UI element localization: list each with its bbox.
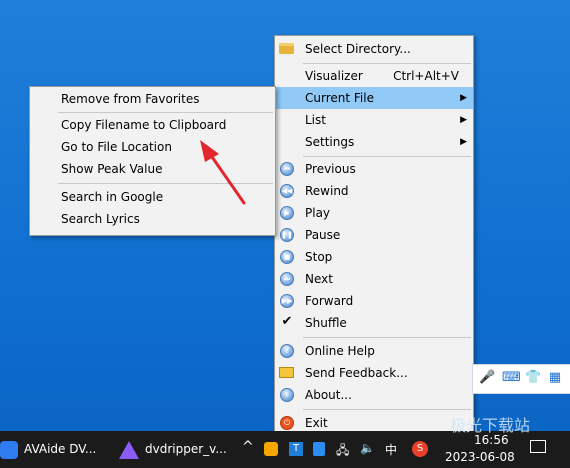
envelope-icon xyxy=(279,367,294,378)
tray-t-icon[interactable]: T xyxy=(289,442,303,456)
stop-icon: ■ xyxy=(280,250,294,264)
pause-icon: ❚❚ xyxy=(280,228,294,242)
menu-item-previous[interactable]: ⏮ Previous xyxy=(275,158,473,180)
menu-item-search-google[interactable]: Search in Google xyxy=(30,186,275,208)
menu-item-about[interactable]: i About... xyxy=(275,384,473,406)
tray-shield-icon[interactable] xyxy=(313,442,325,456)
menu-item-rewind[interactable]: ◀◀ Rewind xyxy=(275,180,473,202)
submenu-arrow-icon: ▶ xyxy=(460,137,467,147)
folder-icon xyxy=(279,43,294,54)
menu-item-remove-favorites[interactable]: Remove from Favorites xyxy=(30,88,275,110)
menu-item-online-help[interactable]: ? Online Help xyxy=(275,340,473,362)
menu-item-visualizer[interactable]: Visualizer Ctrl+Alt+V xyxy=(275,65,473,87)
grid-icon[interactable]: ▦ xyxy=(548,371,562,385)
help-icon: ? xyxy=(280,344,294,358)
network-icon[interactable]: 🖧 xyxy=(336,441,349,462)
menu-separator xyxy=(58,183,273,184)
submenu-arrow-icon: ▶ xyxy=(460,93,467,103)
menu-separator xyxy=(303,409,471,410)
checkmark-icon: ✔ xyxy=(281,314,293,329)
menu-item-forward[interactable]: ▶▶ Forward xyxy=(275,290,473,312)
sogou-icon[interactable]: S xyxy=(412,441,428,457)
avaide-icon xyxy=(0,441,18,459)
dvdripper-icon xyxy=(119,441,139,459)
menu-separator xyxy=(303,156,471,157)
menu-item-go-to-file-location[interactable]: Go to File Location xyxy=(30,136,275,158)
menu-item-pause[interactable]: ❚❚ Pause xyxy=(275,224,473,246)
menu-item-play[interactable]: ▶ Play xyxy=(275,202,473,224)
menu-item-send-feedback[interactable]: Send Feedback... xyxy=(275,362,473,384)
volume-icon[interactable]: 🔈 xyxy=(360,441,375,455)
menu-item-settings[interactable]: Settings ▶ xyxy=(275,131,473,153)
current-file-submenu: Remove from Favorites Copy Filename to C… xyxy=(29,86,276,236)
exit-icon: ⏻ xyxy=(280,416,294,430)
menu-item-copy-filename[interactable]: Copy Filename to Clipboard xyxy=(30,114,275,136)
info-icon: i xyxy=(280,388,294,402)
menu-item-select-directory[interactable]: Select Directory... xyxy=(275,38,473,60)
keyboard-icon[interactable]: ⌨ xyxy=(502,371,521,385)
ime-toolbar: 🎤 ⌨ 👕 ▦ xyxy=(472,364,570,394)
shirt-icon[interactable]: 👕 xyxy=(525,371,541,385)
chevron-up-icon[interactable]: ^ xyxy=(242,439,254,455)
menu-item-search-lyrics[interactable]: Search Lyrics xyxy=(30,208,275,230)
next-icon: ⏭ xyxy=(280,272,294,286)
taskbar-app-dvdripper[interactable]: dvdripper_v... xyxy=(113,431,238,468)
taskbar-app-avaide[interactable]: AVAide DV... xyxy=(0,431,108,468)
menu-item-show-peak-value[interactable]: Show Peak Value xyxy=(30,158,275,180)
ime-indicator[interactable]: 中 xyxy=(385,441,397,458)
tray-app-icon[interactable] xyxy=(264,442,278,456)
tray-context-menu: Select Directory... Visualizer Ctrl+Alt+… xyxy=(274,35,474,439)
watermark: 极光下载站 xyxy=(450,416,531,435)
rewind-icon: ◀◀ xyxy=(280,184,294,198)
menu-item-shuffle[interactable]: ✔ Shuffle xyxy=(275,312,473,334)
menu-separator xyxy=(58,112,273,113)
menu-separator xyxy=(303,337,471,338)
menu-item-current-file[interactable]: Current File ▶ xyxy=(275,87,473,109)
taskbar: AVAide DV... dvdripper_v... ^ T 🖧 🔈 中 S … xyxy=(0,431,570,468)
submenu-arrow-icon: ▶ xyxy=(460,115,467,125)
menu-separator xyxy=(303,63,471,64)
forward-icon: ▶▶ xyxy=(280,294,294,308)
menu-item-list[interactable]: List ▶ xyxy=(275,109,473,131)
clock-date[interactable]: 2023-06-08 xyxy=(445,450,515,464)
previous-icon: ⏮ xyxy=(280,162,294,176)
play-icon: ▶ xyxy=(280,206,294,220)
menu-item-next[interactable]: ⏭ Next xyxy=(275,268,473,290)
microphone-icon[interactable]: 🎤 xyxy=(479,371,495,385)
notification-icon[interactable] xyxy=(530,440,546,453)
menu-item-stop[interactable]: ■ Stop xyxy=(275,246,473,268)
